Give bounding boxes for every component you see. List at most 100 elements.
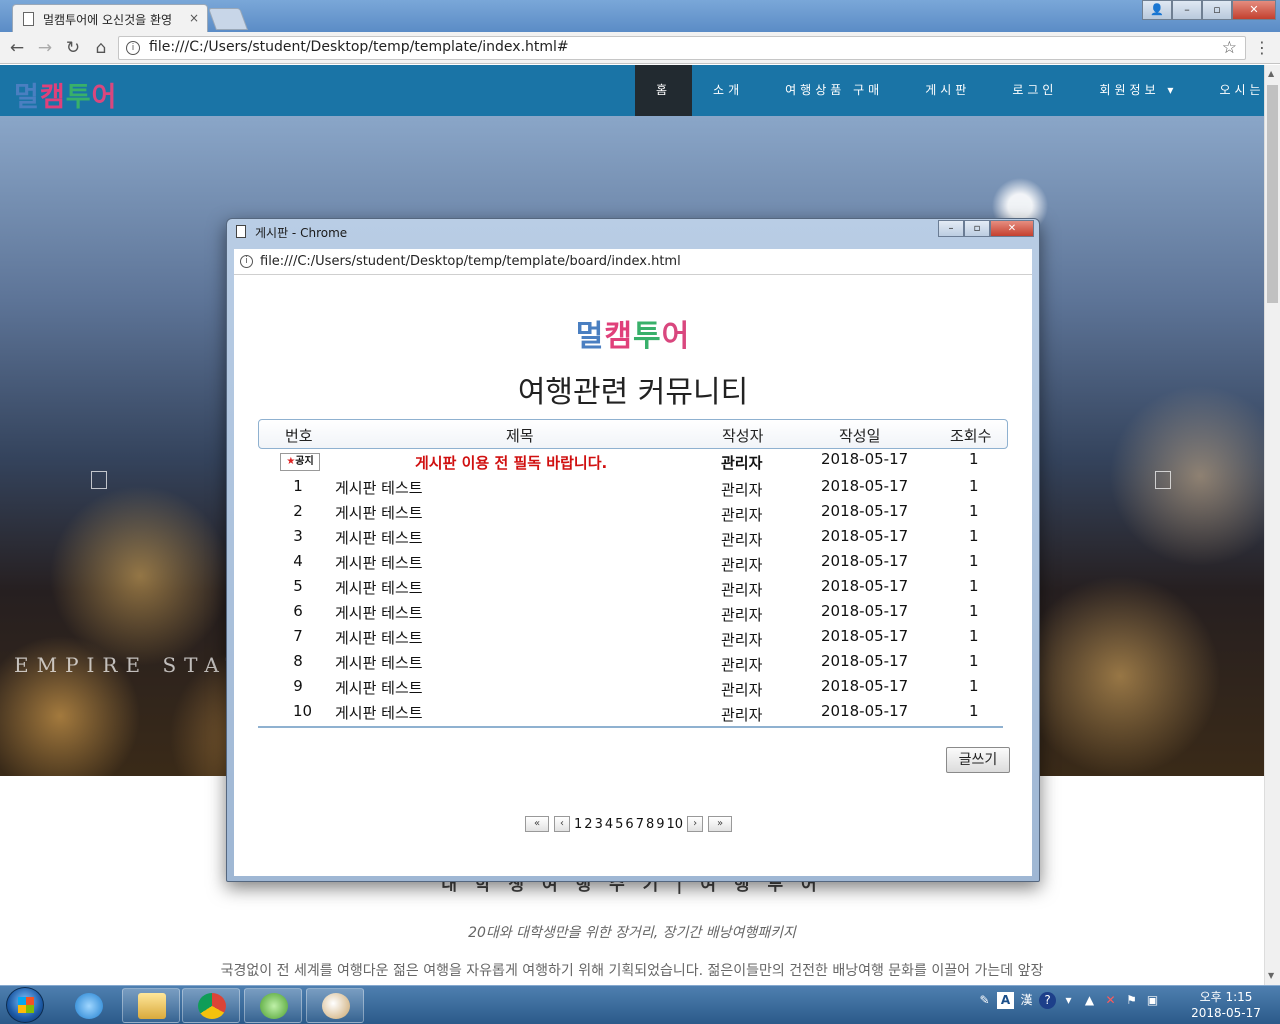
taskbar-spring-icon[interactable] bbox=[244, 988, 302, 1023]
table-row[interactable]: 6 게시판 테스트 관리자 2018-05-17 1 bbox=[258, 599, 1008, 624]
col-author: 작성자 bbox=[722, 427, 764, 445]
pager-page-5[interactable]: 5 bbox=[615, 817, 623, 832]
user-icon[interactable]: 👤 bbox=[1142, 0, 1172, 20]
write-post-button[interactable]: 글쓰기 bbox=[946, 747, 1010, 773]
board-table: 번호 제목 작성자 작성일 조회수 ★공지 게시판 이용 전 필독 바랍니다. … bbox=[258, 419, 1008, 728]
start-button[interactable] bbox=[6, 987, 44, 1023]
tray-pen-icon[interactable]: ✎ bbox=[976, 992, 993, 1009]
cell-title-link[interactable]: 게시판 테스트 bbox=[335, 602, 423, 623]
page-icon bbox=[236, 225, 246, 238]
tray-volume-muted-icon[interactable]: ✕ bbox=[1102, 992, 1119, 1009]
pager-page-3[interactable]: 3 bbox=[595, 817, 603, 832]
taskbar-paint-icon[interactable] bbox=[306, 988, 364, 1023]
table-row[interactable]: 5 게시판 테스트 관리자 2018-05-17 1 bbox=[258, 574, 1008, 599]
tray-hanja-icon[interactable]: 漢 bbox=[1018, 992, 1035, 1009]
nav-login[interactable]: 로그인 bbox=[991, 65, 1078, 116]
minimize-button[interactable]: – bbox=[1172, 0, 1202, 20]
pager-last-button[interactable]: » bbox=[708, 816, 733, 832]
pager-page-4[interactable]: 4 bbox=[605, 817, 613, 832]
notice-title-link[interactable]: 게시판 이용 전 필독 바랍니다. bbox=[415, 452, 607, 473]
board-rows: 1 게시판 테스트 관리자 2018-05-17 1 2 게시판 테스트 관리자 2018-05… bbox=[258, 474, 1008, 724]
table-row[interactable]: 3 게시판 테스트 관리자 2018-05-17 1 bbox=[258, 524, 1008, 549]
pager-page-8[interactable]: 8 bbox=[646, 817, 654, 832]
cell-title-link[interactable]: 게시판 테스트 bbox=[335, 677, 423, 698]
nav-member-dropdown[interactable]: 회원정보 ▾ bbox=[1078, 65, 1198, 116]
scroll-up-icon[interactable]: ▲ bbox=[1268, 69, 1274, 78]
maximize-button[interactable]: ▫ bbox=[1202, 0, 1232, 20]
nav-about[interactable]: 소개 bbox=[692, 65, 764, 116]
taskbar-ie-icon[interactable] bbox=[62, 988, 114, 1023]
pager-page-1[interactable]: 1 bbox=[574, 817, 582, 832]
pager-page-10[interactable]: 10 bbox=[667, 817, 684, 832]
cell-author: 관리자 bbox=[721, 506, 763, 524]
popup-maximize-button[interactable]: ▫ bbox=[964, 220, 990, 237]
hero-caption: EMPIRE STAT bbox=[14, 653, 248, 677]
tray-options-icon[interactable]: ▾ bbox=[1060, 992, 1077, 1009]
cell-title-link[interactable]: 게시판 테스트 bbox=[335, 552, 423, 573]
tray-ime-icon[interactable]: A bbox=[997, 992, 1014, 1009]
site-logo[interactable]: 멀캠투어 bbox=[14, 75, 117, 114]
scroll-down-icon[interactable]: ▼ bbox=[1268, 971, 1274, 980]
taskbar-explorer-icon[interactable] bbox=[122, 988, 180, 1023]
site-navbar: 멀캠투어 홈 소개 여행상품 구매 게시판 로그인 회원정보 ▾ 오시는 길 □ bbox=[0, 65, 1264, 116]
cell-views: 1 bbox=[969, 602, 979, 620]
pager-next-button[interactable]: › bbox=[687, 816, 704, 832]
pager-page-6[interactable]: 6 bbox=[625, 817, 633, 832]
nav-board[interactable]: 게시판 bbox=[904, 65, 991, 116]
page-scrollbar[interactable]: ▲ ▼ bbox=[1264, 65, 1280, 985]
cell-title-link[interactable]: 게시판 테스트 bbox=[335, 527, 423, 548]
carousel-prev-icon[interactable] bbox=[91, 471, 107, 489]
nav-products[interactable]: 여행상품 구매 bbox=[764, 65, 904, 116]
intro-description: 국경없이 전 세계를 여행다운 젊은 여행을 자유롭게 여행하기 위해 기획되었… bbox=[220, 963, 1044, 979]
info-icon[interactable]: i bbox=[126, 41, 140, 55]
table-row[interactable]: 7 게시판 테스트 관리자 2018-05-17 1 bbox=[258, 624, 1008, 649]
tab-close-icon[interactable]: × bbox=[189, 11, 199, 25]
back-icon[interactable]: ← bbox=[6, 37, 28, 59]
table-row[interactable]: 4 게시판 테스트 관리자 2018-05-17 1 bbox=[258, 549, 1008, 574]
cell-title-link[interactable]: 게시판 테스트 bbox=[335, 502, 423, 523]
bookmark-star-icon[interactable]: ☆ bbox=[1222, 38, 1237, 58]
new-tab-button[interactable] bbox=[207, 8, 249, 30]
table-row[interactable]: 8 게시판 테스트 관리자 2018-05-17 1 bbox=[258, 649, 1008, 674]
table-row[interactable]: 1 게시판 테스트 관리자 2018-05-17 1 bbox=[258, 474, 1008, 499]
cell-title-link[interactable]: 게시판 테스트 bbox=[335, 702, 423, 723]
cell-author: 관리자 bbox=[721, 481, 763, 499]
reload-icon[interactable]: ↻ bbox=[62, 37, 84, 59]
table-row[interactable]: 9 게시판 테스트 관리자 2018-05-17 1 bbox=[258, 674, 1008, 699]
cell-author: 관리자 bbox=[721, 581, 763, 599]
scrollbar-thumb[interactable] bbox=[1267, 85, 1278, 303]
tray-flag-icon[interactable]: ⚑ bbox=[1123, 992, 1140, 1009]
carousel-next-icon[interactable] bbox=[1155, 471, 1171, 489]
cell-title-link[interactable]: 게시판 테스트 bbox=[335, 627, 423, 648]
forward-icon[interactable]: → bbox=[34, 37, 56, 59]
address-bar[interactable]: i file:///C:/Users/student/Desktop/temp/… bbox=[118, 36, 1246, 60]
notice-row[interactable]: ★공지 게시판 이용 전 필독 바랍니다. 관리자 2018-05-17 1 bbox=[258, 449, 1008, 474]
nav-home[interactable]: 홈 bbox=[635, 65, 693, 116]
tray-show-hidden-icon[interactable]: ▲ bbox=[1081, 992, 1098, 1009]
popup-minimize-button[interactable]: – bbox=[938, 220, 964, 237]
taskbar-clock[interactable]: 오후 1:15 2018-05-17 bbox=[1188, 989, 1264, 1021]
popup-close-button[interactable]: ✕ bbox=[990, 220, 1034, 237]
pager-page-7[interactable]: 7 bbox=[636, 817, 644, 832]
home-icon[interactable]: ⌂ bbox=[90, 37, 112, 59]
table-row[interactable]: 10 게시판 테스트 관리자 2018-05-17 1 bbox=[258, 699, 1008, 724]
pager-page-2[interactable]: 2 bbox=[584, 817, 592, 832]
site-logo-text: 멀캠투어 bbox=[14, 82, 118, 113]
tray-network-icon[interactable]: ▣ bbox=[1144, 992, 1161, 1009]
table-row[interactable]: 2 게시판 테스트 관리자 2018-05-17 1 bbox=[258, 499, 1008, 524]
pager-first-button[interactable]: « bbox=[525, 816, 549, 832]
board-page: 멀캠투어 여행관련 커뮤니티 번호 제목 작성자 작성일 조회수 ★공지 게시판… bbox=[234, 275, 1032, 876]
cell-title-link[interactable]: 게시판 테스트 bbox=[335, 652, 423, 673]
pager-prev-button[interactable]: ‹ bbox=[554, 816, 570, 832]
close-window-button[interactable]: ✕ bbox=[1232, 0, 1276, 20]
nav-directions[interactable]: 오시는 길 bbox=[1198, 65, 1264, 116]
browser-tab-active[interactable]: 멀캠투어에 오신것을 환영 × bbox=[12, 4, 208, 32]
pager-page-9[interactable]: 9 bbox=[656, 817, 664, 832]
tray-help-icon[interactable]: ? bbox=[1039, 992, 1056, 1009]
col-title: 제목 bbox=[506, 427, 534, 445]
taskbar-chrome-icon[interactable] bbox=[182, 988, 240, 1023]
cell-title-link[interactable]: 게시판 테스트 bbox=[335, 577, 423, 598]
info-icon[interactable]: i bbox=[240, 255, 253, 268]
browser-menu-icon[interactable]: ⋮ bbox=[1254, 38, 1270, 57]
cell-title-link[interactable]: 게시판 테스트 bbox=[335, 477, 423, 498]
